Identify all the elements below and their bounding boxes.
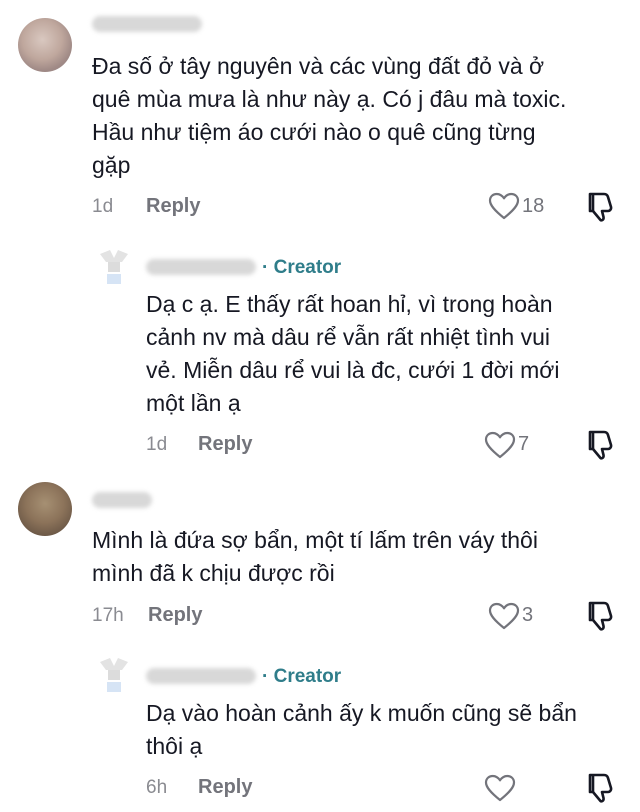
creator-badge: · Creator [262, 666, 342, 687]
dislike-button[interactable] [584, 772, 614, 804]
like-button[interactable] [484, 774, 516, 802]
comment-time: 1d [92, 196, 114, 217]
creator-username[interactable] [146, 259, 256, 275]
dislike-button[interactable] [584, 429, 614, 461]
creator-avatar[interactable] [96, 656, 132, 692]
username[interactable] [92, 492, 152, 508]
reply-time: 6h [146, 777, 168, 798]
creator-badge: · Creator [262, 257, 342, 278]
avatar[interactable] [18, 482, 72, 536]
reply-text: Dạ c ạ. E thấy rất hoan hỉ, vì trong hoà… [146, 291, 560, 416]
creator-username[interactable] [146, 668, 256, 684]
heart-icon [488, 192, 520, 220]
like-count: 3 [522, 604, 534, 626]
creator-avatar[interactable] [96, 248, 132, 284]
dislike-button[interactable] [584, 600, 614, 632]
like-button[interactable] [488, 192, 520, 220]
comment-text: Mình là đứa sợ bẩn, một tí lấm trên váy … [92, 527, 538, 586]
reply-button[interactable]: Reply [146, 195, 200, 218]
reply-button[interactable]: Reply [198, 776, 252, 799]
avatar[interactable] [18, 18, 72, 72]
reply-text: Dạ vào hoàn cảnh ấy k muốn cũng sẽ bẩn t… [146, 700, 577, 759]
thumbs-down-icon [588, 430, 613, 460]
reply-button[interactable]: Reply [148, 604, 202, 627]
comment-text: Đa số ở tây nguyên và các vùng đất đỏ và… [92, 53, 567, 178]
thumbs-down-icon [588, 192, 613, 222]
like-count: 7 [518, 433, 530, 455]
comment-time: 17h [92, 605, 124, 626]
heart-icon [488, 602, 520, 630]
dislike-button[interactable] [584, 191, 614, 223]
reply-time: 1d [146, 434, 168, 455]
username[interactable] [92, 16, 202, 32]
thumbs-down-icon [588, 773, 613, 803]
like-button[interactable] [488, 602, 520, 630]
heart-icon [484, 774, 516, 802]
heart-icon [484, 431, 516, 459]
like-count: 18 [522, 195, 545, 217]
reply-button[interactable]: Reply [198, 433, 252, 456]
like-button[interactable] [484, 431, 516, 459]
thumbs-down-icon [588, 601, 613, 631]
